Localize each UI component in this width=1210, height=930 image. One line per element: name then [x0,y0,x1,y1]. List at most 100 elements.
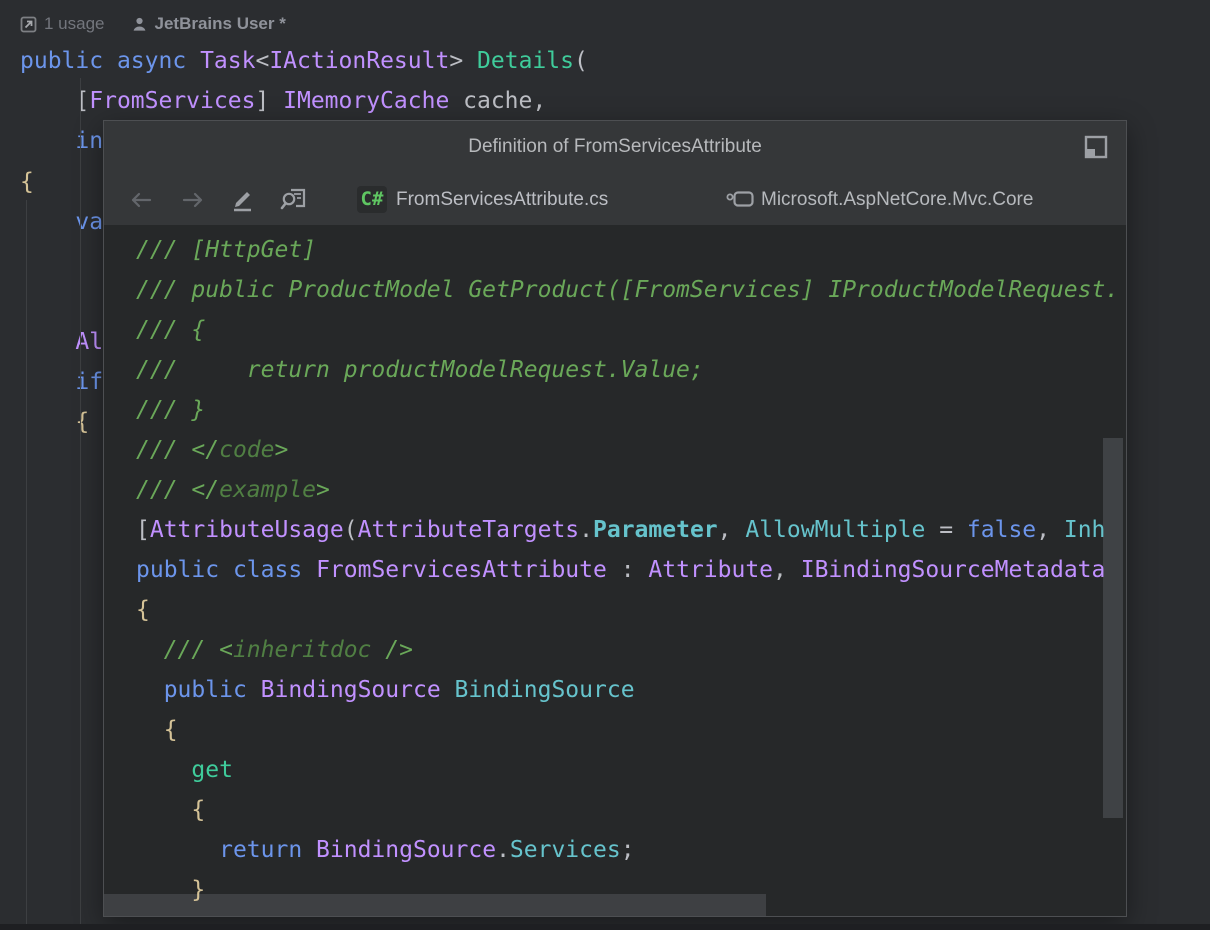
code-line[interactable]: { [104,710,178,750]
popup-code-area: /// [HttpGet] /// public ProductModel Get… [104,225,1126,916]
editor-bottom-edge [0,924,1210,930]
popup-toolbar: C# FromServicesAttribute.cs Microsoft.As… [104,173,1126,225]
code-token: > [274,437,288,463]
code-token: { [136,717,178,743]
code-token: /// public ProductModel GetProduct([From… [136,277,1119,303]
code-token: FromServices [89,88,255,114]
code-line[interactable]: { [20,402,89,442]
code-token: IBindingSourceMetadata [801,557,1106,583]
code-token: AttributeTargets [358,517,580,543]
code-token: , [773,557,801,583]
code-token: ; [621,837,635,863]
code-line[interactable]: { [104,790,205,830]
edit-source-button[interactable] [228,186,258,214]
code-token: /> [371,637,413,663]
author-hint[interactable]: JetBrains User * [131,14,286,34]
code-line[interactable]: { [20,162,34,202]
code-token: /// </ [136,437,219,463]
code-token: Services [510,837,621,863]
code-token: { [20,409,89,435]
vertical-scrollbar-thumb[interactable] [1103,438,1123,818]
code-token: false [967,517,1036,543]
usages-icon [20,16,37,33]
code-line[interactable]: /// } [104,390,205,430]
find-usages-button[interactable] [278,186,308,214]
code-token: get [191,757,233,783]
code-token: Al [20,329,103,355]
usages-hint[interactable]: 1 usage [20,14,105,34]
code-token: . [579,517,593,543]
code-token: } [136,877,205,903]
code-line[interactable]: /// <inheritdoc /> [104,630,413,670]
code-token: /// [HttpGet] [136,237,316,263]
code-token [219,557,233,583]
code-token: /// </ [136,477,219,503]
code-line[interactable]: /// { [104,310,205,350]
code-token: AttributeUsage [150,517,344,543]
popup-title-bar[interactable]: Definition of FromServicesAttribute [104,121,1126,173]
code-token: IActionResult [269,48,449,74]
code-line[interactable]: Al [20,322,103,362]
code-token: class [233,557,302,583]
code-token [136,677,164,703]
code-token: /// } [136,397,205,423]
code-token: public [136,557,219,583]
definition-popup: Definition of FromServicesAttribute [103,120,1127,917]
code-token [247,677,261,703]
code-token: public [164,677,247,703]
code-token: [ [20,88,89,114]
code-token: { [136,797,205,823]
code-token [136,837,219,863]
csharp-file-icon: C# [357,186,387,213]
code-token: , [718,517,746,543]
code-token: AllowMultiple [745,517,925,543]
code-token [302,837,316,863]
code-token [103,48,117,74]
code-token: inheritdoc [233,637,371,663]
code-line[interactable]: /// public ProductModel GetProduct([From… [104,270,1119,310]
code-token: va [20,209,103,235]
code-line[interactable]: va [20,202,103,242]
code-vision-bar: 1 usage JetBrains User * [20,11,286,37]
code-token: BindingSource [261,677,441,703]
usages-label: 1 usage [44,14,105,34]
code-token: example [219,477,316,503]
code-line[interactable]: if [20,362,103,402]
code-token: FromServicesAttribute [316,557,607,583]
code-token: Task [200,48,255,74]
code-line[interactable]: /// return productModelRequest.Value; [104,350,704,390]
code-token: : [607,557,649,583]
code-token: BindingSource [316,837,496,863]
code-token: Inh [1064,517,1106,543]
code-token: { [136,597,150,623]
code-line[interactable]: public BindingSource BindingSource [104,670,635,710]
indent-guide [80,78,81,924]
code-line[interactable]: /// </example> [104,470,330,510]
code-token: public [20,48,103,74]
code-token: cache, [449,88,546,114]
forward-button[interactable] [178,186,208,214]
author-label: JetBrains User * [155,14,286,34]
code-token [302,557,316,583]
code-line[interactable]: } [104,870,205,910]
code-line[interactable]: /// [HttpGet] [104,230,316,270]
open-in-window-icon[interactable] [1083,134,1109,160]
code-token: /// < [136,637,233,663]
code-token: { [20,169,34,195]
code-token: ( [574,48,588,74]
code-line[interactable]: get [104,750,233,790]
code-token: < [255,48,269,74]
code-token: . [496,837,510,863]
code-token: ] [255,88,283,114]
code-token: Details [477,48,574,74]
code-line[interactable]: [FromServices] IMemoryCache cache, [20,81,546,121]
code-line[interactable]: { [104,590,150,630]
code-token: BindingSource [455,677,635,703]
code-line[interactable]: /// </code> [104,430,288,470]
back-button[interactable] [126,186,156,214]
code-line[interactable]: public async Task<IActionResult> Details… [20,41,588,81]
code-line[interactable]: [AttributeUsage(AttributeTargets.Paramet… [104,510,1105,550]
code-line[interactable]: in [20,121,103,161]
code-line[interactable]: public class FromServicesAttribute : Att… [104,550,1105,590]
code-line[interactable]: return BindingSource.Services; [104,830,635,870]
